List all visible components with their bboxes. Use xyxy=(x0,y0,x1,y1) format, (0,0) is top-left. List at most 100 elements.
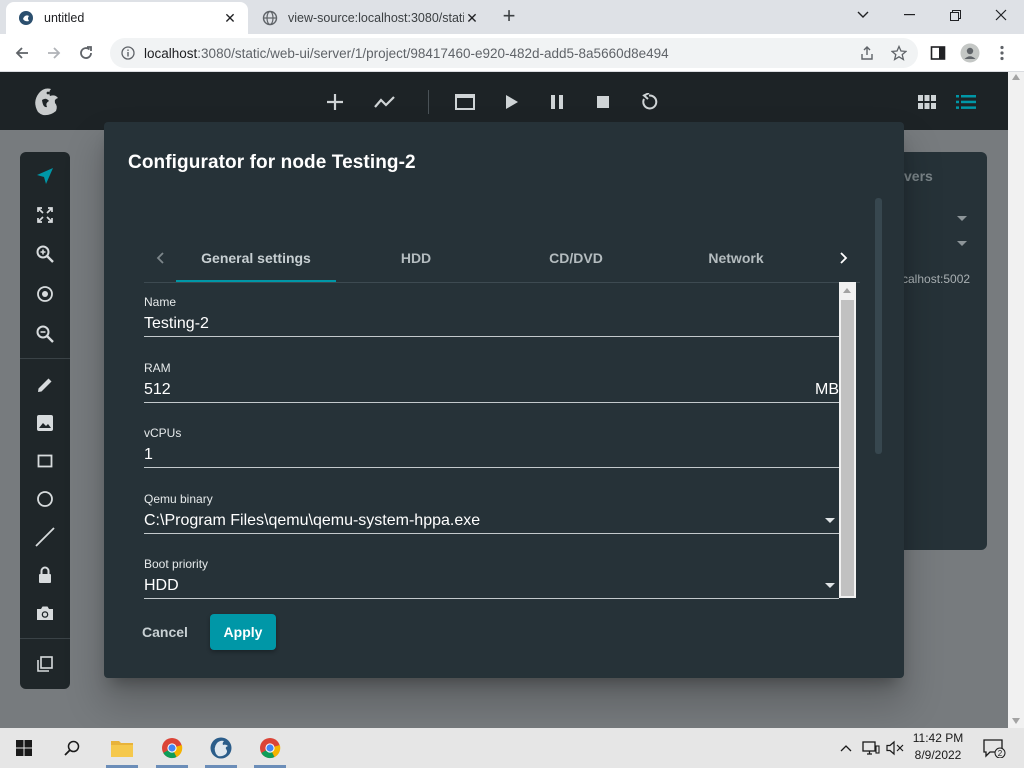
reload-icon[interactable] xyxy=(74,41,98,65)
navigation-arrow-icon[interactable] xyxy=(33,164,57,188)
notification-count: 2 xyxy=(998,749,1003,758)
boot-priority-value[interactable]: HDD xyxy=(144,577,179,595)
stop-icon[interactable] xyxy=(591,90,615,114)
draw-ellipse-icon[interactable] xyxy=(33,487,57,511)
apply-button[interactable]: Apply xyxy=(210,614,276,650)
name-field[interactable]: Name Testing-2 xyxy=(144,283,839,337)
boot-priority-select[interactable]: Boot priority HDD xyxy=(144,545,839,599)
dropdown-arrow-icon[interactable] xyxy=(957,241,967,246)
tab-close-icon[interactable]: ✕ xyxy=(464,10,480,26)
zoom-in-icon[interactable] xyxy=(33,242,57,266)
vcpus-label: vCPUs xyxy=(144,426,182,440)
dropdown-arrow-icon[interactable] xyxy=(957,216,967,221)
tab-search-chevron-icon[interactable] xyxy=(840,0,886,30)
chevron-left-icon[interactable] xyxy=(144,234,176,282)
tray-chevron-up-icon[interactable] xyxy=(838,728,854,768)
dialog-scrollbar[interactable] xyxy=(875,198,882,454)
tab-title: view-source:localhost:3080/static xyxy=(288,11,464,25)
gns3-web-ui: vers calhost:5002 Configurator for node … xyxy=(0,72,1024,728)
left-tools-panel xyxy=(20,152,70,689)
settings-tabs: General settings HDD CD/DVD Network xyxy=(144,234,860,283)
lock-icon[interactable] xyxy=(33,563,57,587)
cancel-button[interactable]: Cancel xyxy=(128,614,202,650)
restore-icon[interactable] xyxy=(932,0,978,30)
dropdown-arrow-icon[interactable] xyxy=(825,518,835,523)
scroll-up-arrow-icon[interactable] xyxy=(843,288,851,293)
page-scrollbar[interactable] xyxy=(1008,72,1024,728)
browser-tab-active[interactable]: untitled ✕ xyxy=(6,2,248,34)
grid-view-icon[interactable] xyxy=(915,90,939,114)
gns3-app-icon[interactable] xyxy=(197,728,245,768)
taskbar-clock[interactable]: 11:42 PM 8/9/2022 xyxy=(908,730,968,764)
edit-pencil-icon[interactable] xyxy=(33,373,57,397)
tab-general-settings[interactable]: General settings xyxy=(176,234,336,282)
clock-time: 11:42 PM xyxy=(912,731,964,745)
scrollbar-thumb[interactable] xyxy=(841,300,854,596)
console-window-icon[interactable] xyxy=(453,90,477,114)
share-icon[interactable] xyxy=(858,44,876,62)
draw-rectangle-icon[interactable] xyxy=(33,449,57,473)
browser-tab-inactive[interactable]: view-source:localhost:3080/static ✕ xyxy=(250,2,490,34)
tab-cd-dvd[interactable]: CD/DVD xyxy=(496,234,656,282)
file-explorer-icon[interactable] xyxy=(98,728,146,768)
volume-muted-icon[interactable] xyxy=(884,728,906,768)
dialog-title: Configurator for node Testing-2 xyxy=(128,152,416,173)
qemu-binary-value[interactable]: C:\Program Files\qemu\qemu-system-hppa.e… xyxy=(144,512,480,530)
insert-image-icon[interactable] xyxy=(33,411,57,435)
start-play-icon[interactable] xyxy=(500,90,524,114)
name-label: Name xyxy=(144,295,177,309)
chrome-icon[interactable] xyxy=(148,728,196,768)
tab-hdd[interactable]: HDD xyxy=(336,234,496,282)
site-info-icon[interactable] xyxy=(120,45,136,61)
browser-menu-icon[interactable] xyxy=(990,41,1014,65)
suspend-pause-icon[interactable] xyxy=(545,90,569,114)
scroll-up-arrow-icon[interactable] xyxy=(1012,74,1020,80)
reload-nodes-icon[interactable] xyxy=(637,90,661,114)
fit-to-screen-icon[interactable] xyxy=(33,203,57,227)
notification-center-icon[interactable]: 2 xyxy=(978,728,1010,768)
ram-value[interactable]: 512 xyxy=(144,381,171,399)
name-value[interactable]: Testing-2 xyxy=(144,315,209,333)
form-scrollbar[interactable] xyxy=(839,282,856,598)
tab-network[interactable]: Network xyxy=(656,234,816,282)
list-view-icon[interactable] xyxy=(954,90,978,114)
network-icon[interactable] xyxy=(860,728,882,768)
chevron-right-icon[interactable] xyxy=(828,234,860,282)
ram-unit: MB xyxy=(815,381,839,398)
add-link-icon[interactable] xyxy=(373,90,397,114)
vcpus-value[interactable]: 1 xyxy=(144,446,153,464)
zoom-out-icon[interactable] xyxy=(33,322,57,346)
bookmark-star-icon[interactable] xyxy=(890,44,908,62)
boot-priority-label: Boot priority xyxy=(144,557,209,571)
address-bar[interactable]: localhost:3080/static/web-ui/server/1/pr… xyxy=(110,38,918,68)
forward-arrow-icon[interactable] xyxy=(42,41,66,65)
minimize-icon[interactable] xyxy=(886,0,932,30)
add-node-icon[interactable] xyxy=(323,90,347,114)
vcpus-field[interactable]: vCPUs 1 xyxy=(144,414,839,468)
layers-icon[interactable] xyxy=(33,652,57,676)
ram-field[interactable]: RAM 512 MB xyxy=(144,349,839,403)
gns3-logo-icon xyxy=(30,84,62,118)
profile-avatar-icon[interactable] xyxy=(958,41,982,65)
tab-close-icon[interactable]: ✕ xyxy=(222,10,238,26)
tools-divider xyxy=(20,358,70,359)
qemu-binary-select[interactable]: Qemu binary C:\Program Files\qemu\qemu-s… xyxy=(144,480,839,534)
close-window-icon[interactable] xyxy=(978,0,1024,30)
browser-toolbar: localhost:3080/static/web-ui/server/1/pr… xyxy=(0,34,1024,72)
screenshot-camera-icon[interactable] xyxy=(33,601,57,625)
taskbar-search-icon[interactable] xyxy=(48,728,96,768)
dialog-actions: Cancel Apply xyxy=(128,614,276,650)
draw-line-icon[interactable] xyxy=(33,525,57,549)
windows-start-icon[interactable] xyxy=(0,728,48,768)
chrome-icon[interactable] xyxy=(246,728,294,768)
back-arrow-icon[interactable] xyxy=(10,41,34,65)
new-tab-button[interactable]: + xyxy=(498,5,520,28)
scroll-down-arrow-icon[interactable] xyxy=(1012,718,1020,724)
window-controls xyxy=(840,0,1024,30)
dropdown-arrow-icon[interactable] xyxy=(825,583,835,588)
reset-zoom-target-icon[interactable] xyxy=(33,282,57,306)
general-settings-form: Name Testing-2 RAM 512 MB vCPUs 1 Qemu b… xyxy=(144,283,856,599)
clock-date: 8/9/2022 xyxy=(914,748,962,762)
server-host: calhost:5002 xyxy=(902,272,971,286)
side-panel-icon[interactable] xyxy=(926,41,950,65)
